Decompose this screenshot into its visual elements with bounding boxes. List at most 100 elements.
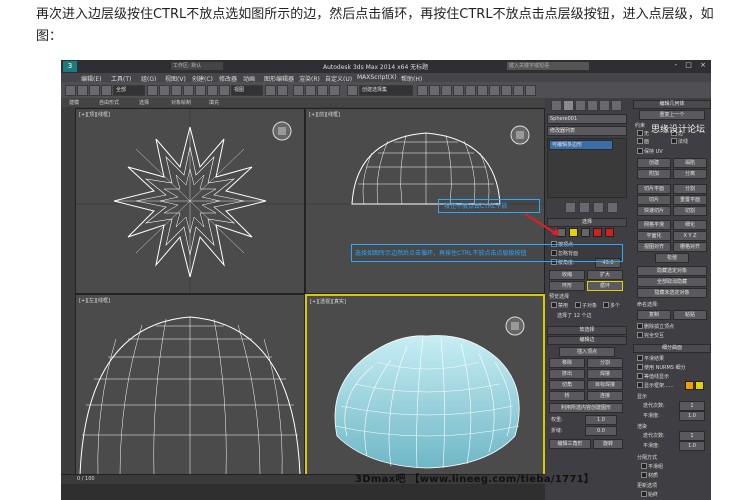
modifier-stack[interactable]: 可编辑多边形 <box>547 138 627 198</box>
create-tab-icon[interactable] <box>551 100 562 111</box>
utilities-tab-icon[interactable] <box>611 100 622 111</box>
app-logo[interactable]: 3 <box>63 61 77 72</box>
constraint-none-radio[interactable] <box>637 130 643 136</box>
viewport-perspective[interactable]: [+][透视][真实] <box>305 294 545 476</box>
reference-coord-dropdown[interactable]: 视图 <box>231 85 263 96</box>
render-iterations-spinner[interactable]: 1 <box>679 431 705 441</box>
remove-modifier-icon[interactable] <box>607 202 618 213</box>
object-name-field[interactable]: Sphere001 <box>547 114 627 124</box>
grid-align-button[interactable]: 栅格对齐 <box>673 242 707 252</box>
render-setup-icon[interactable] <box>501 85 512 96</box>
crease-spinner[interactable]: 0.0 <box>585 426 617 436</box>
modifier-list-dropdown[interactable]: 修改器列表 <box>547 126 627 136</box>
tessellate-button[interactable]: 细化 <box>673 220 707 230</box>
material-editor-icon[interactable] <box>489 85 500 96</box>
connect-button[interactable]: 连接 <box>587 391 623 401</box>
menu-maxscript[interactable]: MAXScript(X) <box>357 74 397 81</box>
bridge-button[interactable]: 桥 <box>549 391 585 401</box>
viewport-top[interactable]: [+][顶][线框] <box>75 108 305 294</box>
element-level-icon[interactable] <box>605 228 614 237</box>
manipulate-icon[interactable] <box>277 85 288 96</box>
ring-button[interactable]: 环形 <box>549 281 585 291</box>
render-icon[interactable] <box>525 85 536 96</box>
selection-filter-dropdown[interactable]: 全部 <box>113 85 145 96</box>
view-align-button[interactable]: 视图对齐 <box>637 242 671 252</box>
edge-level-icon[interactable] <box>569 228 578 237</box>
soft-selection-rollout[interactable]: 软选择 <box>547 326 627 335</box>
edit-geometry-rollout[interactable]: 编辑几何体 <box>633 100 711 109</box>
full-interactivity-checkbox[interactable] <box>637 332 643 338</box>
make-unique-icon[interactable] <box>593 202 604 213</box>
chamfer-button[interactable]: 切角 <box>549 380 585 390</box>
paste-button[interactable]: 粘贴 <box>673 310 707 320</box>
hide-unselected-button[interactable]: 隐藏未选定对象 <box>637 288 707 298</box>
meshsmooth-button[interactable]: 网格平滑 <box>637 220 671 230</box>
render-smoothness-spinner[interactable]: 1.0 <box>679 441 705 451</box>
stack-item-editable-poly[interactable]: 可编辑多边形 <box>549 140 613 150</box>
insert-vertex-button[interactable]: 插入顶点 <box>559 347 615 357</box>
viewport-left[interactable]: [+][左][线框] <box>75 294 305 476</box>
mirror-icon[interactable] <box>417 85 428 96</box>
split-toggle[interactable]: 分割 <box>673 184 707 194</box>
redo-icon[interactable] <box>77 85 88 96</box>
split-button[interactable]: 分割 <box>587 358 623 368</box>
preserve-uv-checkbox[interactable] <box>637 148 643 154</box>
grow-button[interactable]: 扩大 <box>587 270 623 280</box>
xyz-buttons[interactable]: X Y Z <box>673 231 707 241</box>
select-by-name-icon[interactable] <box>159 85 170 96</box>
ribbon-tab-selection[interactable]: 选择 <box>139 99 149 106</box>
render-frame-icon[interactable] <box>513 85 524 96</box>
create-button[interactable]: 创建 <box>637 158 671 168</box>
relax-button[interactable]: 松弛 <box>655 253 689 263</box>
edit-tri-button[interactable]: 编辑三角形 <box>549 439 591 449</box>
preview-multi-radio[interactable] <box>603 302 609 308</box>
edit-edges-rollout[interactable]: 编辑边 <box>547 336 627 345</box>
modify-tab-icon[interactable] <box>563 100 574 111</box>
repeat-last-button[interactable]: 重复上一个 <box>639 110 705 120</box>
window-controls[interactable]: - □ × <box>675 61 709 69</box>
show-cage-checkbox[interactable] <box>637 382 643 388</box>
hierarchy-tab-icon[interactable] <box>575 100 586 111</box>
ribbon-tab-populate[interactable]: 填充 <box>209 99 219 106</box>
shrink-button[interactable]: 收缩 <box>549 270 585 280</box>
subdivision-rollout[interactable]: 细分曲面 <box>633 344 711 353</box>
polygon-level-icon[interactable] <box>593 228 602 237</box>
spinner-snap-icon[interactable] <box>329 85 340 96</box>
percent-snap-icon[interactable] <box>317 85 328 96</box>
iterations-spinner[interactable]: 1 <box>679 401 705 411</box>
loop-button[interactable]: 循环 <box>587 281 623 291</box>
isoline-checkbox[interactable] <box>637 373 643 379</box>
delete-isolated-checkbox[interactable] <box>637 323 643 329</box>
border-level-icon[interactable] <box>581 228 590 237</box>
unhide-all-button[interactable]: 全部取消隐藏 <box>637 277 707 287</box>
copy-button[interactable]: 复制 <box>637 310 671 320</box>
target-weld-button[interactable]: 目标焊接 <box>587 380 623 390</box>
move-icon[interactable] <box>195 85 206 96</box>
preview-off-radio[interactable] <box>551 302 557 308</box>
extrude-button[interactable]: 挤出 <box>549 369 585 379</box>
slice-button[interactable]: 切片 <box>637 195 671 205</box>
smoothness-spinner[interactable]: 1.0 <box>679 411 705 421</box>
weight-spinner[interactable]: 1.0 <box>585 415 617 425</box>
slice-plane-button[interactable]: 切片平面 <box>637 184 671 194</box>
remove-button[interactable]: 移除 <box>549 358 585 368</box>
constraint-face-radio[interactable] <box>637 138 643 144</box>
named-selection-set[interactable]: 创建选择集 <box>359 85 413 96</box>
smoothing-groups-checkbox[interactable] <box>641 463 647 469</box>
angle-snap-icon[interactable] <box>305 85 316 96</box>
cut-button[interactable]: 切割 <box>673 206 707 216</box>
weld-button[interactable]: 焊接 <box>587 369 623 379</box>
update-always-radio[interactable] <box>641 491 647 497</box>
display-tab-icon[interactable] <box>599 100 610 111</box>
show-end-result-icon[interactable] <box>579 202 590 213</box>
rotate-icon[interactable] <box>207 85 218 96</box>
motion-tab-icon[interactable] <box>587 100 598 111</box>
align-icon[interactable] <box>429 85 440 96</box>
collapse-button[interactable]: 塌陷 <box>673 158 707 168</box>
unlink-icon[interactable] <box>101 85 112 96</box>
attach-button[interactable]: 附加 <box>637 169 671 179</box>
snap-icon[interactable] <box>293 85 304 96</box>
undo-icon[interactable] <box>65 85 76 96</box>
ribbon-tab-freeform[interactable]: 自由形式 <box>99 99 119 106</box>
select-object-icon[interactable] <box>147 85 158 96</box>
